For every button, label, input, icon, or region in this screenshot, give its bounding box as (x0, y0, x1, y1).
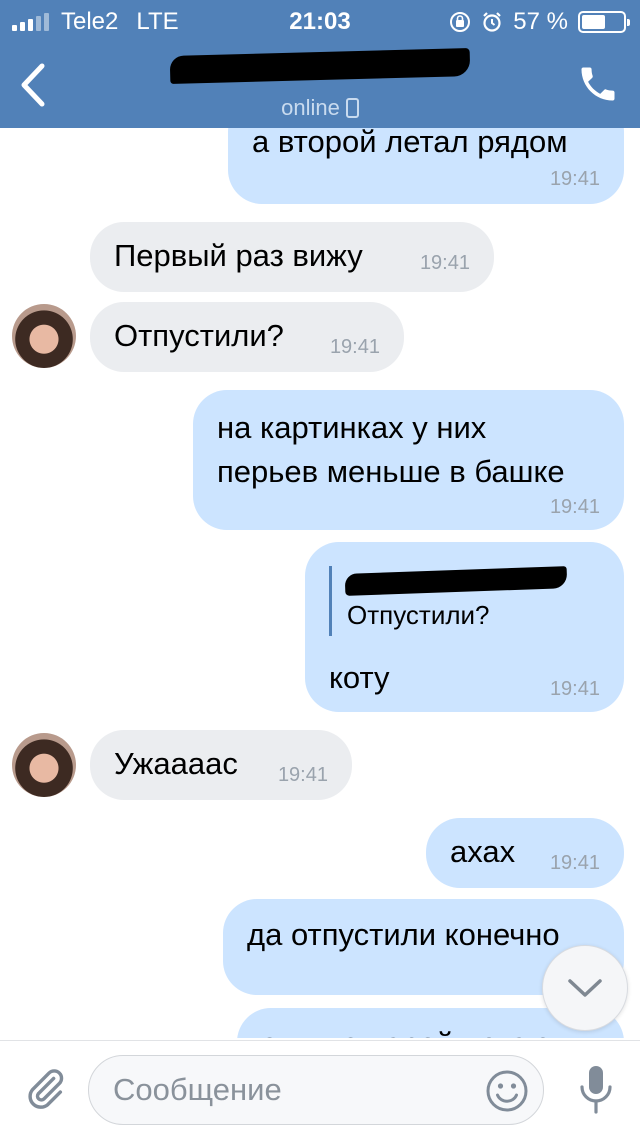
chat-header: Tele2 LTE 21:03 57 % online (0, 0, 640, 128)
scroll-to-bottom-button[interactable] (542, 945, 628, 1031)
paperclip-icon (28, 1069, 64, 1109)
message-time: 19:41 (549, 496, 600, 518)
message-time: 19:41 (549, 852, 600, 874)
voice-message-button[interactable] (578, 1063, 614, 1117)
message-incoming[interactable]: Ужаааас 19:41 (90, 730, 352, 800)
message-text: Ужаааас (114, 746, 238, 781)
message-text: Отпустили? (114, 318, 284, 353)
chat-title[interactable]: online (0, 48, 640, 121)
message-time: 19:41 (329, 336, 380, 358)
battery-percent: 57 % (513, 8, 568, 35)
contact-avatar[interactable] (12, 304, 76, 368)
message-text-line-2: перьев меньше в башке (217, 454, 565, 489)
alarm-icon (483, 12, 502, 32)
contact-avatar[interactable] (12, 733, 76, 797)
message-incoming[interactable]: Первый раз вижу 19:41 (90, 222, 494, 292)
message-outgoing[interactable]: ахах 19:41 (426, 818, 624, 888)
message-composer (0, 1040, 640, 1136)
status-bar: Tele2 LTE 21:03 57 % (0, 0, 640, 40)
emoji-button[interactable] (485, 1069, 529, 1113)
message-input[interactable] (113, 1056, 473, 1124)
message-text: Первый раз вижу (114, 238, 363, 273)
message-text-line-1: на картинках у них (217, 410, 487, 445)
message-time: 19:41 (419, 252, 470, 274)
message-time: 19:41 (549, 678, 600, 700)
redacted-contact-name (169, 48, 471, 84)
message-text: они же парой летают (261, 1022, 564, 1038)
message-time: 19:41 (549, 168, 600, 190)
message-outgoing-reply[interactable]: Отпустили? коту 19:41 (305, 542, 624, 712)
mobile-icon (345, 98, 359, 118)
reply-text: Отпустили? (347, 600, 490, 630)
message-text: коту (329, 660, 390, 695)
redacted-reply-author (344, 566, 568, 596)
message-incoming[interactable]: Отпустили? 19:41 (90, 302, 404, 372)
phone-icon (581, 67, 615, 101)
message-outgoing[interactable]: а второй летал рядом 19:41 (228, 128, 624, 204)
smiley-icon (486, 1070, 528, 1112)
rotation-lock-icon (450, 12, 471, 32)
message-text: а второй летал рядом (252, 128, 568, 159)
message-input-container[interactable] (88, 1055, 544, 1125)
message-outgoing[interactable]: на картинках у них перьев меньше в башке… (193, 390, 624, 530)
battery-icon (578, 11, 630, 33)
online-status: online (281, 95, 340, 120)
microphone-icon (580, 1066, 612, 1114)
message-text: да отпустили конечно (247, 917, 560, 952)
reply-quote-bar (329, 566, 332, 636)
message-text: ахах (450, 834, 516, 869)
chevron-down-icon (568, 979, 602, 997)
message-list[interactable]: а второй летал рядом 19:41 Первый раз ви… (0, 128, 640, 1038)
call-button[interactable] (576, 62, 620, 106)
message-time: 19:41 (277, 764, 328, 786)
attach-button[interactable] (22, 1065, 68, 1113)
